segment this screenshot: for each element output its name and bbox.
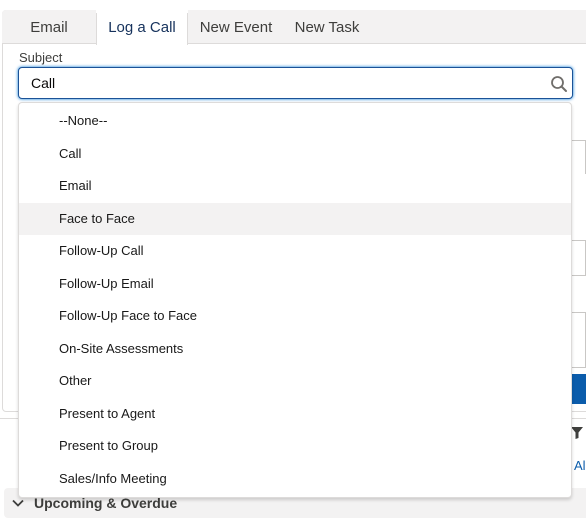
subject-label: Subject <box>19 50 63 65</box>
dropdown-option[interactable]: Follow-Up Email <box>19 268 571 301</box>
dropdown-option[interactable]: Follow-Up Face to Face <box>19 300 571 333</box>
tab-email[interactable]: Email <box>2 10 96 44</box>
subject-dropdown-list: --None-- Call Email Face to Face Follow-… <box>18 102 572 498</box>
tab-new-task-label: New Task <box>294 18 360 36</box>
dropdown-option[interactable]: Face to Face <box>19 202 571 235</box>
dropdown-option[interactable]: Email <box>19 170 571 203</box>
dropdown-option[interactable]: Other <box>19 365 571 398</box>
filter-icon[interactable] <box>571 427 583 439</box>
search-icon[interactable] <box>550 75 568 93</box>
expand-all-link[interactable]: Al <box>574 458 586 473</box>
tab-log-a-call[interactable]: Log a Call <box>96 10 188 45</box>
dropdown-option[interactable]: Call <box>19 138 571 171</box>
background-field-fragment <box>570 140 586 174</box>
tab-bar: Email Log a Call New Event New Task <box>2 10 586 45</box>
tab-new-event[interactable]: New Event <box>188 10 284 44</box>
dropdown-option[interactable]: Follow-Up Call <box>19 235 571 268</box>
dropdown-option[interactable]: On-Site Assessments <box>19 333 571 366</box>
subject-input[interactable] <box>18 67 573 99</box>
dropdown-option[interactable]: --None-- <box>19 105 571 138</box>
dropdown-option[interactable]: Present to Agent <box>19 398 571 431</box>
chevron-down-icon[interactable] <box>12 497 24 509</box>
dropdown-option[interactable]: Present to Group <box>19 430 571 463</box>
background-field-fragment <box>570 240 586 276</box>
tab-email-label: Email <box>30 18 68 36</box>
tab-new-event-label: New Event <box>199 18 273 36</box>
tab-new-task[interactable]: New Task <box>284 10 370 44</box>
save-button-fragment[interactable] <box>570 374 586 404</box>
dropdown-option[interactable]: Sales/Info Meeting <box>19 463 571 496</box>
tab-log-a-call-label: Log a Call <box>108 19 176 36</box>
background-field-fragment <box>570 312 586 368</box>
